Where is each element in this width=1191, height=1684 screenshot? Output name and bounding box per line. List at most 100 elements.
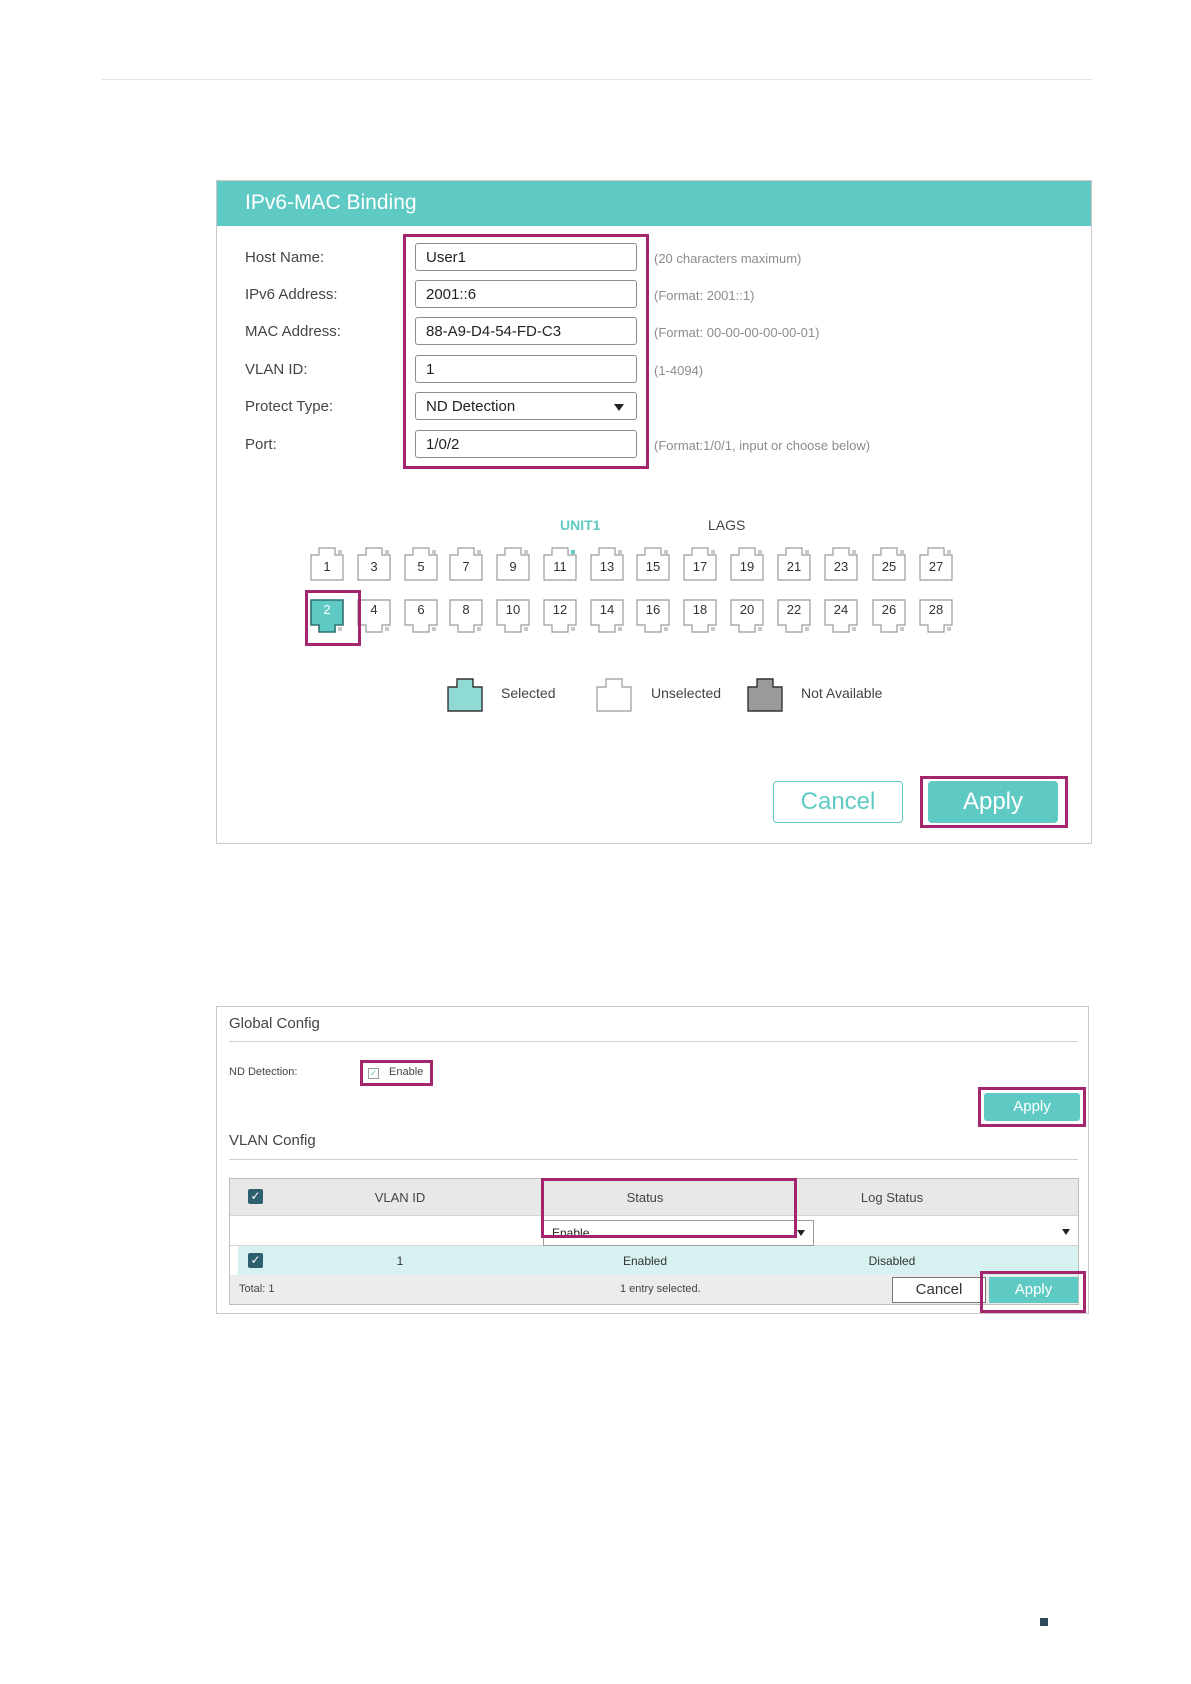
port-number: 21 — [786, 559, 802, 574]
row-log-status: Disabled — [868, 1254, 916, 1268]
lags-label: LAGS — [708, 517, 746, 533]
port-27[interactable]: 27 — [919, 547, 953, 581]
port-12[interactable]: 12 — [543, 599, 577, 633]
port-19[interactable]: 19 — [730, 547, 764, 581]
port-number: 17 — [692, 559, 708, 574]
port-number: 22 — [786, 602, 802, 617]
port-14[interactable]: 14 — [590, 599, 624, 633]
host-name-hint: (20 characters maximum) — [654, 251, 802, 266]
vlan-config-rule — [229, 1159, 1078, 1160]
status-highlight-box — [541, 1178, 797, 1238]
port-13[interactable]: 13 — [590, 547, 624, 581]
port-9[interactable]: 9 — [496, 547, 530, 581]
port-number: 1 — [323, 559, 331, 574]
nd-detection-label: ND Detection: — [229, 1066, 298, 1078]
port-11[interactable]: 11 — [543, 547, 577, 581]
port-number: 5 — [417, 559, 425, 574]
ipv6-mac-binding-panel: IPv6-MAC Binding Host Name: IPv6 Address… — [216, 180, 1092, 844]
port-16[interactable]: 16 — [636, 599, 670, 633]
port-4[interactable]: 4 — [357, 599, 391, 633]
vlan-id-hint: (1-4094) — [654, 363, 704, 378]
port-number: 12 — [552, 602, 568, 617]
table-apply-highlight-box — [980, 1271, 1086, 1313]
table-footer: Total: 1 1 entry selected. Cancel Apply — [230, 1275, 1078, 1304]
port-number: 19 — [739, 559, 755, 574]
port-number: 15 — [645, 559, 661, 574]
port-6[interactable]: 6 — [404, 599, 438, 633]
selected-port-highlight-box — [305, 590, 361, 646]
enable-highlight-box — [360, 1060, 433, 1086]
port-15[interactable]: 15 — [636, 547, 670, 581]
port-number: 25 — [881, 559, 897, 574]
legend-not-available-label: Not Available — [801, 685, 883, 701]
row-status: Enabled — [622, 1254, 668, 1268]
panel-header: IPv6-MAC Binding — [217, 181, 1091, 226]
row-checkbox[interactable]: ✓ — [248, 1253, 263, 1268]
port-number: 28 — [928, 602, 944, 617]
port-number: 11 — [553, 559, 567, 574]
port-17[interactable]: 17 — [683, 547, 717, 581]
select-all-checkbox[interactable]: ✓ — [248, 1189, 263, 1204]
row-vlan-id: 1 — [396, 1254, 404, 1268]
global-apply-highlight-box — [978, 1087, 1086, 1127]
vlan-id-column-header: VLAN ID — [374, 1190, 426, 1205]
port-number: 13 — [599, 559, 615, 574]
port-number: 4 — [370, 602, 378, 617]
protect-type-label: Protect Type: — [245, 398, 334, 415]
chevron-down-icon — [1062, 1229, 1070, 1235]
port-20[interactable]: 20 — [730, 599, 764, 633]
mac-address-label: MAC Address: — [245, 323, 341, 340]
port-5[interactable]: 5 — [404, 547, 438, 581]
port-23[interactable]: 23 — [824, 547, 858, 581]
port-number: 9 — [509, 559, 517, 574]
port-3[interactable]: 3 — [357, 547, 391, 581]
port-number: 3 — [370, 559, 378, 574]
port-number: 24 — [833, 602, 849, 617]
table-row[interactable]: ✓ 1 Enabled Disabled — [238, 1246, 1078, 1275]
host-name-label: Host Name: — [245, 249, 325, 266]
page-corner-mark — [1040, 1618, 1048, 1626]
global-config-rule — [229, 1041, 1078, 1042]
port-hint: (Format:1/0/1, input or choose below) — [654, 438, 871, 453]
port-25[interactable]: 25 — [872, 547, 906, 581]
port-number: 8 — [462, 602, 470, 617]
legend-unselected-icon — [596, 678, 632, 717]
port-7[interactable]: 7 — [449, 547, 483, 581]
table-cancel-button[interactable]: Cancel — [892, 1277, 986, 1303]
port-number: 27 — [928, 559, 944, 574]
ipv6-address-hint: (Format: 2001::1) — [654, 288, 755, 303]
port-26[interactable]: 26 — [872, 599, 906, 633]
legend-selected-label: Selected — [501, 685, 556, 701]
port-number: 6 — [417, 602, 425, 617]
log-status-filter-select[interactable] — [818, 1220, 1076, 1246]
port-28[interactable]: 28 — [919, 599, 953, 633]
cancel-button[interactable]: Cancel — [773, 781, 903, 823]
vlan-id-label: VLAN ID: — [245, 361, 308, 378]
port-number: 14 — [599, 602, 615, 617]
port-number: 18 — [692, 602, 708, 617]
legend-not-available-icon — [747, 678, 783, 717]
port-number: 23 — [833, 559, 849, 574]
port-label: Port: — [245, 436, 277, 453]
legend-selected-icon — [447, 678, 483, 717]
nd-detection-panel: Global Config ND Detection: ✓ Enable App… — [216, 1006, 1089, 1314]
port-1[interactable]: 1 — [310, 547, 344, 581]
unit-label: UNIT1 — [560, 517, 601, 533]
total-count: Total: 1 — [239, 1283, 275, 1295]
port-10[interactable]: 10 — [496, 599, 530, 633]
port-18[interactable]: 18 — [683, 599, 717, 633]
mac-address-hint: (Format: 00-00-00-00-00-01) — [654, 325, 820, 340]
global-config-title: Global Config — [229, 1015, 320, 1032]
selection-count: 1 entry selected. — [620, 1283, 701, 1295]
port-number: 20 — [739, 602, 755, 617]
port-8[interactable]: 8 — [449, 599, 483, 633]
port-21[interactable]: 21 — [777, 547, 811, 581]
port-number: 7 — [462, 559, 470, 574]
port-22[interactable]: 22 — [777, 599, 811, 633]
panel-title: IPv6-MAC Binding — [245, 191, 417, 214]
ipv6-address-label: IPv6 Address: — [245, 286, 338, 303]
chevron-down-icon — [797, 1230, 805, 1236]
page-header-rule — [102, 79, 1092, 80]
log-status-column-header: Log Status — [860, 1190, 924, 1205]
port-24[interactable]: 24 — [824, 599, 858, 633]
